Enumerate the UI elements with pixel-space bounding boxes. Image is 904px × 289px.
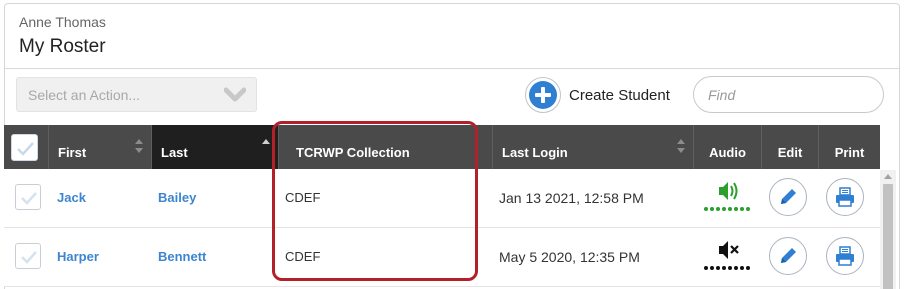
print-button[interactable] <box>826 237 864 275</box>
column-header-audio-label: Audio <box>709 144 746 160</box>
column-header-last-login-label: Last Login <box>502 144 568 160</box>
column-header-first[interactable]: First <box>49 125 152 169</box>
column-header-collection[interactable]: TCRWP Collection <box>279 125 493 169</box>
column-header-print: Print <box>819 125 880 169</box>
sort-icon <box>135 139 143 153</box>
select-all-checkbox[interactable] <box>11 134 38 161</box>
column-header-collection-label: TCRWP Collection <box>296 144 410 160</box>
table-row: Harper Bennett CDEF May 5 2020, 12:35 PM <box>4 228 880 287</box>
student-first-name-link[interactable]: Harper <box>57 249 99 264</box>
print-button[interactable] <box>826 178 864 216</box>
plus-icon <box>525 77 561 113</box>
create-student-label: Create Student <box>569 86 670 104</box>
column-header-last-login[interactable]: Last Login <box>493 125 694 169</box>
row-checkbox[interactable] <box>15 184 41 210</box>
action-select-placeholder: Select an Action... <box>28 87 141 103</box>
pencil-icon <box>781 248 796 263</box>
check-icon <box>17 142 34 156</box>
last-login-cell: Jan 13 2021, 12:58 PM <box>499 190 644 206</box>
find-input[interactable] <box>693 76 884 113</box>
scroll-up-arrow-icon[interactable] <box>884 174 892 179</box>
edit-button[interactable] <box>769 237 807 275</box>
student-last-name-link[interactable]: Bailey <box>158 190 196 205</box>
edit-button[interactable] <box>769 178 807 216</box>
check-icon <box>21 251 37 264</box>
row-checkbox[interactable] <box>15 243 41 269</box>
action-select[interactable]: Select an Action... <box>16 77 257 112</box>
column-header-first-label: First <box>58 144 87 160</box>
column-header-audio: Audio <box>694 125 762 169</box>
chevron-down-icon <box>224 87 246 102</box>
pencil-icon <box>781 189 796 204</box>
printer-icon <box>836 187 854 207</box>
sort-icon <box>677 139 685 153</box>
speaker-muted-icon[interactable] <box>697 238 757 274</box>
speaker-on-icon[interactable] <box>697 179 757 215</box>
scrollbar-thumb[interactable] <box>883 184 893 289</box>
column-header-edit: Edit <box>762 125 819 169</box>
column-header-last[interactable]: Last <box>152 125 279 169</box>
table-header: First Last TCRWP Collection Last Login A… <box>4 125 880 169</box>
teacher-name: Anne Thomas <box>19 14 106 30</box>
collection-cell: CDEF <box>285 249 321 264</box>
student-first-name-link[interactable]: Jack <box>57 190 86 205</box>
page-title: My Roster <box>19 36 106 57</box>
printer-icon <box>836 246 854 266</box>
column-header-edit-label: Edit <box>777 144 803 160</box>
last-login-cell: May 5 2020, 12:35 PM <box>499 249 640 265</box>
check-icon <box>21 192 37 205</box>
column-header-last-label: Last <box>161 144 188 160</box>
header-divider <box>5 68 899 69</box>
vertical-scrollbar[interactable] <box>880 170 896 289</box>
column-header-print-label: Print <box>834 144 865 160</box>
create-student-button[interactable]: Create Student <box>525 76 670 114</box>
sort-ascending-icon <box>262 139 270 144</box>
collection-cell: CDEF <box>285 190 321 205</box>
table-row: Jack Bailey CDEF Jan 13 2021, 12:58 PM <box>4 169 880 228</box>
student-last-name-link[interactable]: Bennett <box>158 249 206 264</box>
